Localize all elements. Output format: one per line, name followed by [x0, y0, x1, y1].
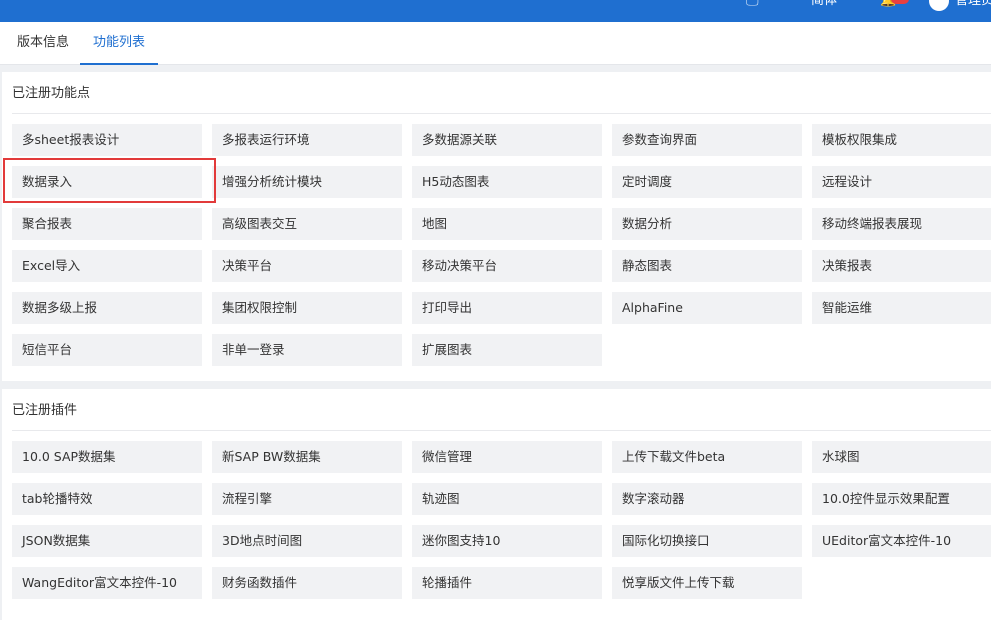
- plugin-item: 3D地点时间图: [212, 525, 402, 557]
- feature-item: 移动终端报表展现: [812, 208, 991, 240]
- plugin-item: UEditor富文本控件-10: [812, 525, 991, 557]
- plugin-item: 10.0控件显示效果配置: [812, 483, 991, 515]
- feature-item: 高级图表交互: [212, 208, 402, 240]
- feature-item: 短信平台: [12, 334, 202, 366]
- registered-plugins-panel: 已注册插件 10.0 SAP数据集 新SAP BW数据集 微信管理 上传下载文件bet…: [2, 389, 991, 620]
- feature-item: 决策平台: [212, 250, 402, 282]
- plugin-item: 数字滚动器: [612, 483, 802, 515]
- feature-item: H5动态图表: [412, 166, 602, 198]
- feature-item: 移动决策平台: [412, 250, 602, 282]
- plugin-item: 悦享版文件上传下载: [612, 567, 802, 599]
- tab-feature-list[interactable]: 功能列表: [80, 22, 158, 65]
- feature-item: 数据多级上报: [12, 292, 202, 324]
- user-avatar-icon[interactable]: [929, 0, 949, 11]
- feature-item: 参数查询界面: [612, 124, 802, 156]
- plugin-item: 流程引擎: [212, 483, 402, 515]
- feature-item: 聚合报表: [12, 208, 202, 240]
- feature-item: 远程设计: [812, 166, 991, 198]
- tab-version-info[interactable]: 版本信息: [17, 22, 69, 64]
- feature-item: 定时调度: [612, 166, 802, 198]
- plugin-item: 水球图: [812, 441, 991, 473]
- feature-item: 多sheet报表设计: [12, 124, 202, 156]
- plugin-item: 迷你图支持10: [412, 525, 602, 557]
- section-title-features: 已注册功能点: [12, 86, 91, 101]
- language-switch[interactable]: 简体: [811, 0, 837, 9]
- feature-item: 多报表运行环境: [212, 124, 402, 156]
- plugin-item: 10.0 SAP数据集: [12, 441, 202, 473]
- feature-item: 多数据源关联: [412, 124, 602, 156]
- feature-item: 决策报表: [812, 250, 991, 282]
- section-divider: [12, 430, 991, 431]
- feature-item: 静态图表: [612, 250, 802, 282]
- tab-bar: 版本信息 功能列表: [0, 22, 991, 65]
- plugin-item: 轨迹图: [412, 483, 602, 515]
- highlight-box: [3, 158, 216, 203]
- top-header-bar: 🖵 简体 🔔 管理员: [0, 0, 991, 22]
- plugin-item: JSON数据集: [12, 525, 202, 557]
- feature-item: 扩展图表: [412, 334, 602, 366]
- feature-item: 非单一登录: [212, 334, 402, 366]
- feature-item: 智能运维: [812, 292, 991, 324]
- user-name[interactable]: 管理员: [955, 0, 991, 9]
- plugin-item: WangEditor富文本控件-10: [12, 567, 202, 599]
- plugin-item: 新SAP BW数据集: [212, 441, 402, 473]
- plugin-item: tab轮播特效: [12, 483, 202, 515]
- feature-item: 增强分析统计模块: [212, 166, 402, 198]
- section-title-plugins: 已注册插件: [12, 403, 78, 418]
- feature-item: 打印导出: [412, 292, 602, 324]
- plugin-item: 上传下载文件beta: [612, 441, 802, 473]
- monitor-help-icon[interactable]: 🖵: [746, 0, 759, 10]
- feature-item: 模板权限集成: [812, 124, 991, 156]
- section-divider: [12, 113, 991, 114]
- feature-item: AlphaFine: [612, 292, 802, 324]
- feature-item: 集团权限控制: [212, 292, 402, 324]
- notification-badge: [891, 0, 909, 4]
- plugin-item: 微信管理: [412, 441, 602, 473]
- plugin-item: 国际化切换接口: [612, 525, 802, 557]
- feature-item: Excel导入: [12, 250, 202, 282]
- feature-item: 数据分析: [612, 208, 802, 240]
- feature-item: 地图: [412, 208, 602, 240]
- plugin-item: 轮播插件: [412, 567, 602, 599]
- registered-features-panel: 已注册功能点 多sheet报表设计 多报表运行环境 多数据源关联 参数查询界面 模板权限…: [2, 72, 991, 381]
- plugin-item: 财务函数插件: [212, 567, 402, 599]
